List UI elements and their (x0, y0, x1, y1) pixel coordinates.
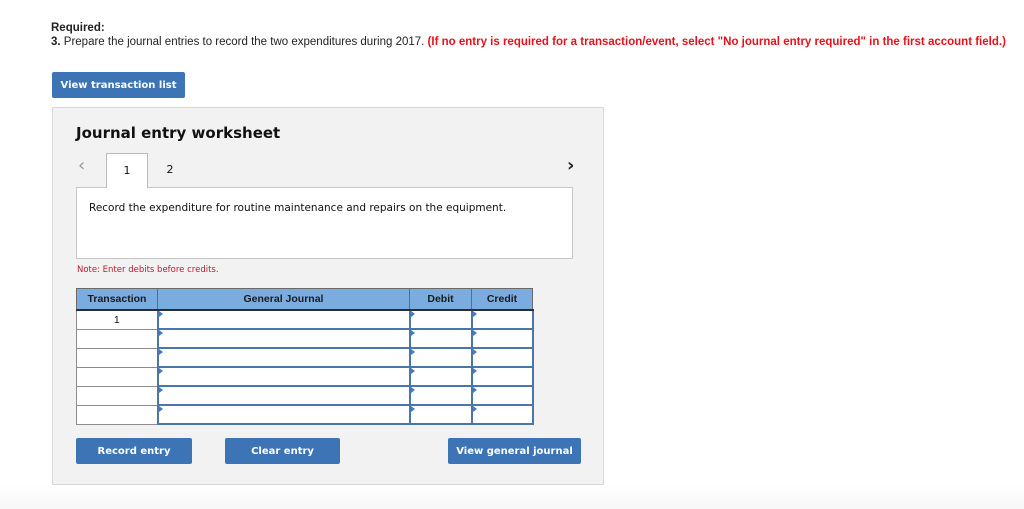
debit-input[interactable] (408, 404, 473, 425)
credit-input[interactable] (470, 385, 534, 406)
account-dropdown[interactable] (156, 385, 411, 406)
chevron-right-icon[interactable]: › (567, 155, 574, 176)
credit-input[interactable] (470, 366, 534, 387)
account-dropdown[interactable] (156, 309, 411, 330)
journal-table: Transaction General Journal Debit Credit… (76, 288, 534, 425)
table-row (76, 347, 534, 368)
chevron-left-icon[interactable]: ‹ (78, 155, 85, 176)
column-header-credit: Credit (471, 288, 533, 311)
instruction-text: Prepare the journal entries to record th… (60, 36, 428, 48)
debit-input[interactable] (408, 385, 473, 406)
view-general-journal-button[interactable]: View general journal (448, 438, 581, 464)
required-label: Required: (51, 22, 105, 34)
view-transaction-list-button[interactable]: View transaction list (52, 72, 185, 98)
debit-input[interactable] (408, 309, 473, 330)
transaction-cell (76, 385, 158, 406)
credit-input[interactable] (470, 404, 534, 425)
tab-1[interactable]: 1 (106, 153, 148, 188)
page: Required: 3. Prepare the journal entries… (0, 0, 1024, 509)
debit-input[interactable] (408, 347, 473, 368)
worksheet-title: Journal entry worksheet (76, 124, 281, 142)
instruction: 3. Prepare the journal entries to record… (51, 36, 1006, 48)
column-header-debit: Debit (409, 288, 472, 311)
account-dropdown[interactable] (156, 347, 411, 368)
account-dropdown[interactable] (156, 328, 411, 349)
transaction-cell (76, 366, 158, 387)
bottom-fade (0, 485, 1024, 509)
table-row: 1 (76, 309, 534, 330)
table-row (76, 366, 534, 387)
debits-note: Note: Enter debits before credits. (77, 265, 219, 275)
instruction-warning: (If no entry is required for a transacti… (427, 36, 1006, 48)
credit-input[interactable] (470, 347, 534, 368)
table-row (76, 328, 534, 349)
debit-input[interactable] (408, 366, 473, 387)
record-entry-button[interactable]: Record entry (76, 438, 192, 464)
table-row (76, 404, 534, 425)
clear-entry-button[interactable]: Clear entry (225, 438, 340, 464)
credit-input[interactable] (470, 328, 534, 349)
account-dropdown[interactable] (156, 366, 411, 387)
column-header-transaction: Transaction (76, 288, 158, 311)
journal-entry-worksheet-panel: Journal entry worksheet ‹ › 1 2 Record t… (52, 107, 604, 485)
debit-input[interactable] (408, 328, 473, 349)
credit-input[interactable] (470, 309, 534, 330)
transaction-cell (76, 404, 158, 425)
transaction-description-box: Record the expenditure for routine maint… (76, 187, 573, 259)
transaction-cell: 1 (76, 309, 158, 330)
table-header-row: Transaction General Journal Debit Credit (76, 288, 533, 311)
transaction-description: Record the expenditure for routine maint… (89, 202, 507, 214)
instruction-number: 3. (51, 36, 61, 48)
transaction-cell (76, 347, 158, 368)
account-dropdown[interactable] (156, 404, 411, 425)
column-header-general-journal: General Journal (157, 288, 410, 311)
tab-2[interactable]: 2 (149, 153, 191, 188)
table-row (76, 385, 534, 406)
transaction-cell (76, 328, 158, 349)
